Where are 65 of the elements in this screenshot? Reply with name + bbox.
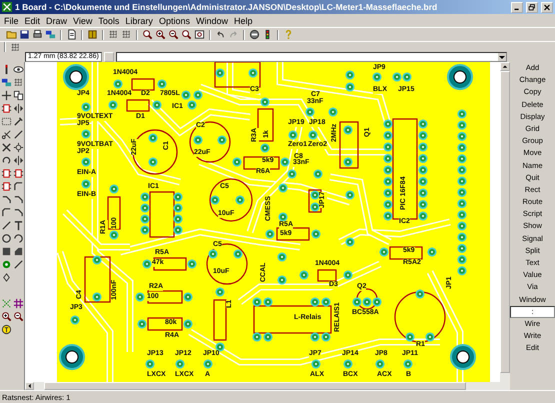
route-icon[interactable] xyxy=(13,194,24,205)
scroll-left-button[interactable] xyxy=(25,382,34,390)
open-folder-icon[interactable] xyxy=(6,29,17,40)
text-icon[interactable] xyxy=(13,220,24,231)
close-icon[interactable] xyxy=(541,2,553,12)
zoom-icon[interactable] xyxy=(13,311,24,322)
zoom-icon[interactable] xyxy=(1,311,12,322)
up-arrow-icon xyxy=(502,64,508,70)
zoom-fit-icon[interactable] xyxy=(142,29,153,40)
chip-icon[interactable] xyxy=(1,168,12,179)
wire-icon[interactable] xyxy=(1,220,12,231)
undo-icon[interactable] xyxy=(215,29,226,40)
polygon-icon[interactable] xyxy=(13,246,24,257)
command-field[interactable] xyxy=(116,52,507,62)
scissors-icon[interactable] xyxy=(1,129,12,140)
chip-icon[interactable] xyxy=(1,181,12,192)
menu-item[interactable]: Help xyxy=(234,16,252,26)
rectangle-icon[interactable] xyxy=(1,246,12,257)
save-icon[interactable] xyxy=(19,29,30,40)
eye-icon[interactable] xyxy=(13,64,24,75)
route-icon[interactable] xyxy=(1,194,12,205)
zoom-select-icon[interactable] xyxy=(181,29,192,40)
menu-item[interactable]: Window xyxy=(196,16,228,26)
menu-item[interactable]: Library xyxy=(125,16,153,26)
stop-icon[interactable] xyxy=(249,29,260,40)
circle-icon[interactable] xyxy=(1,233,12,244)
minimize-icon[interactable] xyxy=(511,2,523,12)
chip-icon[interactable] xyxy=(13,168,24,179)
delete-icon[interactable] xyxy=(1,142,12,153)
dropdown-arrow-icon[interactable] xyxy=(498,53,506,61)
copy-icon[interactable] xyxy=(13,90,24,101)
layers-icon[interactable] xyxy=(45,29,56,40)
layers-icon[interactable] xyxy=(1,77,12,88)
zoom-in-icon[interactable] xyxy=(155,29,166,40)
grid-icon[interactable] xyxy=(10,42,21,52)
print-icon[interactable] xyxy=(32,29,43,40)
via-icon[interactable] xyxy=(1,259,12,270)
left-arrow-icon xyxy=(26,383,32,389)
restore-icon[interactable] xyxy=(526,2,538,12)
move-icon[interactable] xyxy=(1,90,12,101)
grid-icon[interactable] xyxy=(121,29,132,40)
arc-icon[interactable] xyxy=(13,233,24,244)
pin-icon[interactable] xyxy=(13,142,24,153)
menu-item[interactable]: Options xyxy=(158,16,190,26)
menu-item[interactable]: File xyxy=(4,16,19,26)
menu-item[interactable]: Edit xyxy=(24,16,40,26)
menu-item[interactable]: View xyxy=(73,16,92,26)
line-icon[interactable] xyxy=(13,129,24,140)
book-icon[interactable] xyxy=(87,29,98,40)
menu-item[interactable]: Draw xyxy=(46,16,68,26)
group-icon[interactable] xyxy=(1,116,12,127)
zoom-out-icon[interactable] xyxy=(168,29,179,40)
grid-icon[interactable] xyxy=(13,298,24,309)
window-title: 1 Board - C:\Dokumente und Einstellungen\Administrator.JANSON\Desktop\LC-Meter1-Masseflaeche.brd xyxy=(15,2,438,12)
mirror-icon[interactable] xyxy=(13,103,24,114)
grid-icon[interactable] xyxy=(108,29,119,40)
chip-icon[interactable] xyxy=(1,103,12,114)
document-icon[interactable] xyxy=(66,29,77,40)
app-icon xyxy=(2,2,12,12)
redraw-icon[interactable] xyxy=(194,29,205,40)
scroll-up-button[interactable] xyxy=(500,62,510,71)
rotate-icon[interactable] xyxy=(1,155,12,166)
grid-icon[interactable] xyxy=(13,77,24,88)
menu-item[interactable]: Tools xyxy=(98,16,120,26)
route-icon[interactable] xyxy=(13,207,24,218)
